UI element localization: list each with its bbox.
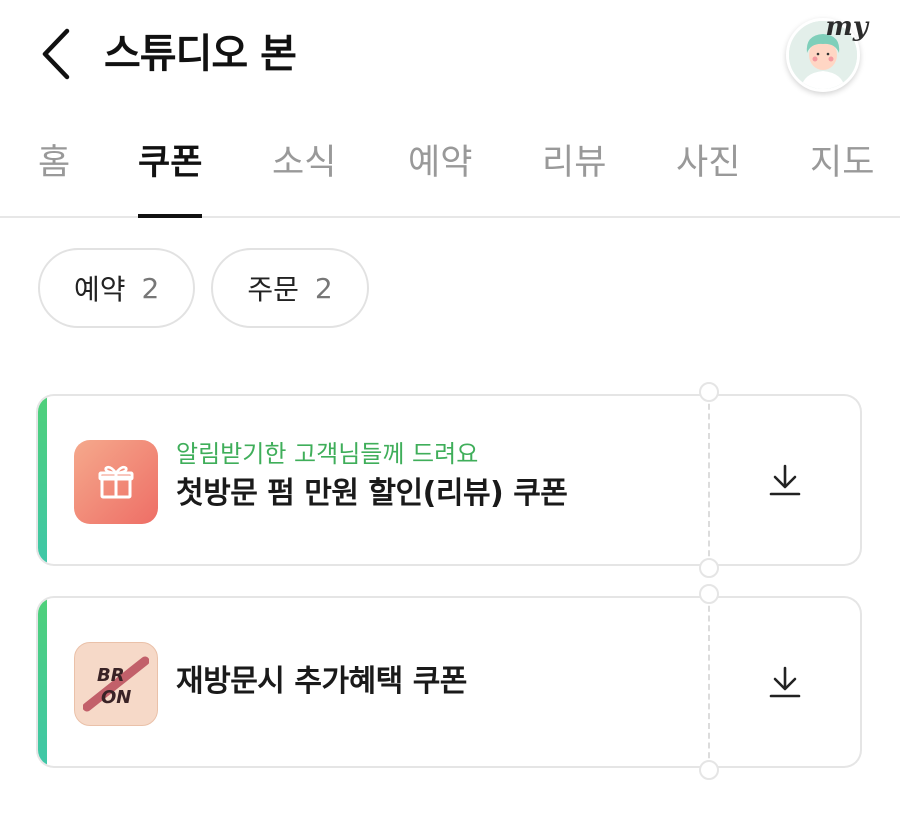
coupon-card: 알림받기한 고객님들께 드려요 첫방문 펌 만원 할인(리뷰) 쿠폰 — [36, 382, 862, 578]
tab-coupon[interactable]: 쿠폰 — [138, 138, 203, 218]
coupon-card: BR ON 재방문시 추가혜택 쿠폰 — [36, 584, 862, 780]
notch-bottom — [699, 558, 720, 578]
coupon-text: 알림받기한 고객님들께 드려요 첫방문 펌 만원 할인(리뷰) 쿠폰 — [176, 438, 568, 514]
my-label: my — [825, 12, 868, 42]
download-coupon-button[interactable] — [710, 596, 862, 768]
coupon-subtitle: 알림받기한 고객님들께 드려요 — [176, 440, 479, 468]
tab-news[interactable]: 소식 — [272, 138, 336, 204]
brand-logo-icon: BR ON — [74, 642, 158, 726]
chip-label: 예약 — [74, 273, 126, 306]
tab-reservation[interactable]: 예약 — [408, 138, 472, 204]
coupon-title: 첫방문 펌 만원 할인(리뷰) 쿠폰 — [176, 476, 568, 511]
download-icon — [769, 464, 801, 496]
coupon-body: 알림받기한 고객님들께 드려요 첫방문 펌 만원 할인(리뷰) 쿠폰 — [36, 394, 709, 566]
download-icon — [769, 666, 801, 698]
coupon-perforation — [699, 584, 720, 780]
logo-text-bottom: ON — [101, 687, 131, 708]
notch-bottom — [699, 760, 720, 780]
coupon-filter-chips: 예약 2 주문 2 — [38, 248, 369, 328]
tab-photo[interactable]: 사진 — [676, 138, 740, 204]
chevron-left-icon — [42, 28, 70, 80]
coupon-title: 재방문시 추가혜택 쿠폰 — [176, 664, 467, 699]
download-coupon-button[interactable] — [710, 394, 862, 566]
filter-chip-reservation[interactable]: 예약 2 — [38, 248, 196, 328]
back-button[interactable] — [34, 26, 78, 82]
coupon-perforation — [699, 382, 720, 578]
tab-review[interactable]: 리뷰 — [542, 138, 606, 204]
coupon-text: 재방문시 추가혜택 쿠폰 — [176, 662, 467, 702]
tab-bar: 홈 쿠폰 소식 예약 리뷰 사진 지도 — [0, 132, 900, 218]
coupon-body: BR ON 재방문시 추가혜택 쿠폰 — [36, 596, 709, 768]
chip-count: 2 — [314, 271, 333, 305]
filter-chip-order[interactable]: 주문 2 — [211, 248, 369, 328]
gift-icon — [74, 440, 158, 524]
page-title: 스튜디오 본 — [104, 31, 297, 77]
logo-text-top: BR — [97, 665, 125, 686]
chip-count: 2 — [141, 271, 160, 305]
tab-home[interactable]: 홈 — [38, 138, 70, 204]
my-profile-button[interactable]: my — [784, 14, 868, 94]
app-header: 스튜디오 본 my — [0, 0, 900, 110]
tab-map[interactable]: 지도 — [810, 138, 874, 204]
chip-label: 주문 — [247, 273, 299, 306]
